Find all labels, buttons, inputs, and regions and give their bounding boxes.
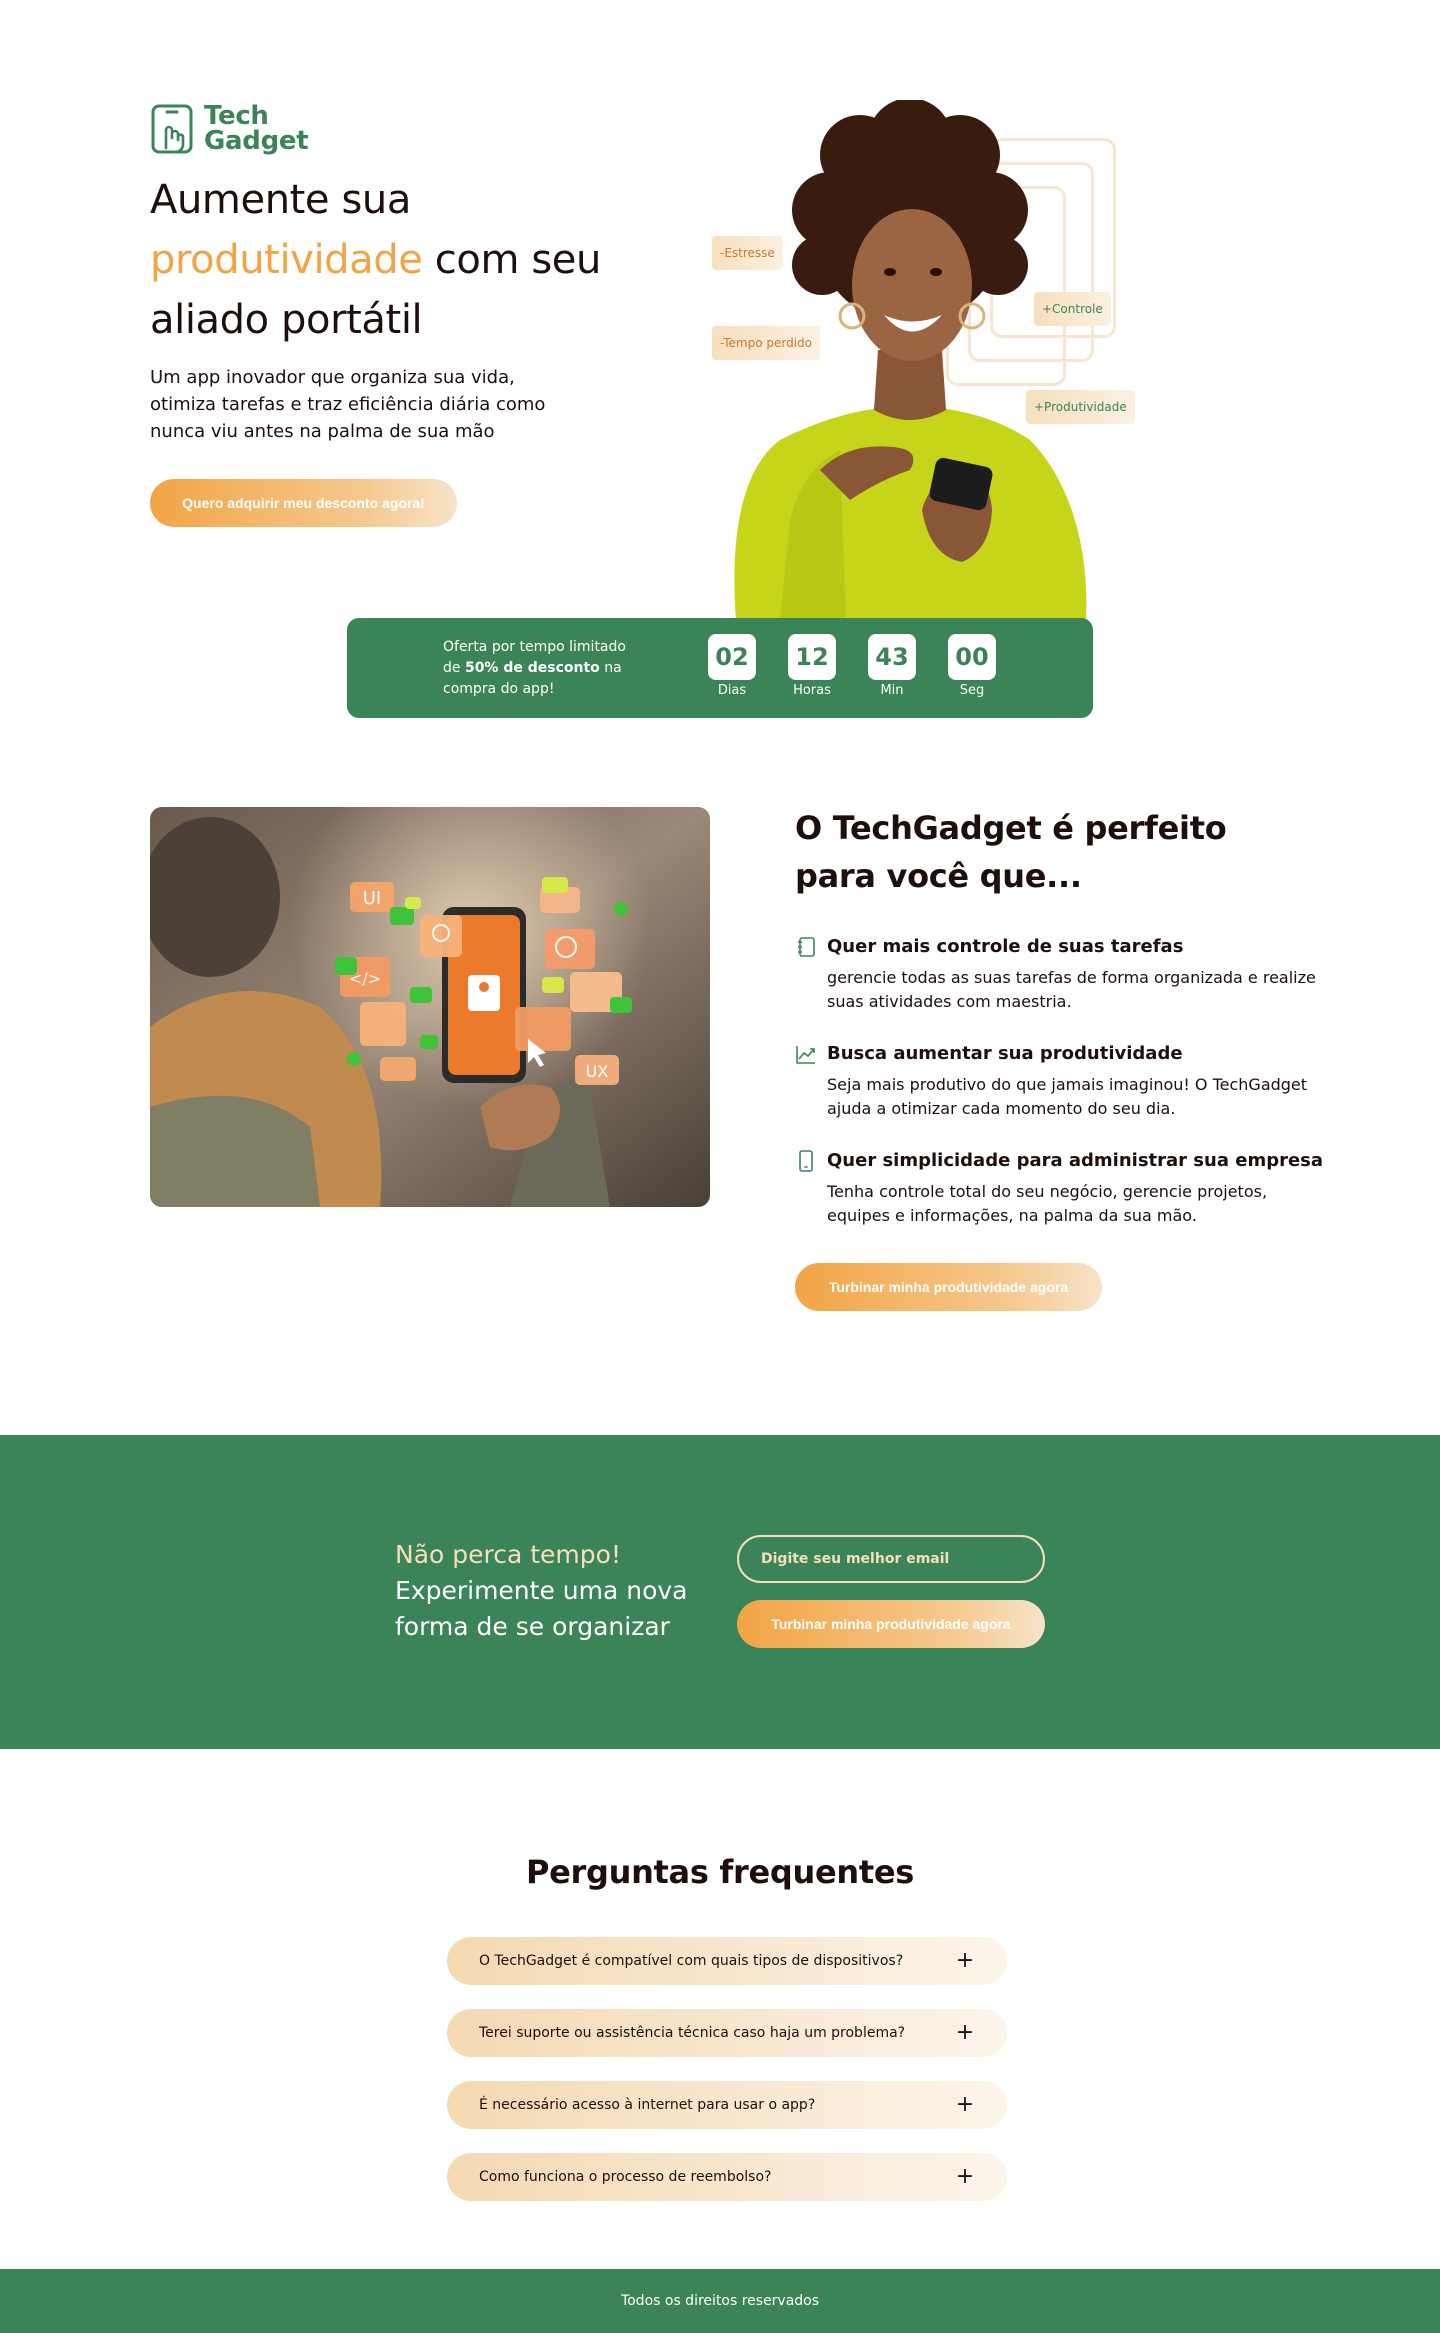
countdown-banner: Oferta por tempo limitado de 50% de desc… [347,618,1093,718]
countdown-minutes: 43 Min [862,634,922,698]
hero-cta-button[interactable]: Quero adquirir meu desconto agora! [150,479,457,527]
hero-title: Aumente sua produtividade com seu aliado… [150,170,610,350]
faq-title: Perguntas frequentes [525,1853,915,1891]
plus-icon[interactable]: + [955,2022,975,2044]
countdown-seconds: 00 Seg [942,634,1002,698]
tag-productivity: +Produtividade [1026,390,1135,424]
perfect-for-title: O TechGadget é perfeito para você que... [795,809,1227,895]
app-hand-phone-image: </> UI UX [150,807,710,1207]
countdown-days: 02 Dias [702,634,762,698]
faq-item[interactable]: O TechGadget é compatível com quais tipo… [447,1937,1007,1985]
countdown-offer-text: Oferta por tempo limitado de 50% de desc… [443,637,643,700]
email-input[interactable] [737,1535,1045,1583]
tag-control: +Controle [1034,292,1111,326]
faq-question: É necessário acesso à internet para usar… [479,2097,816,2113]
tag-stress: -Estresse [712,236,783,270]
countdown-days-value: 02 [708,634,756,680]
brand-name-line2: Gadget [204,126,309,156]
faq-question: Terei suporte ou assistência técnica cas… [479,2025,906,2041]
countdown-hours: 12 Horas [782,634,842,698]
countdown-days-label: Dias [717,683,747,698]
faq-question: O TechGadget é compatível com quais tipo… [479,1953,904,1969]
turbo-productivity-button[interactable]: Turbinar minha produtividade agora [795,1263,1102,1311]
hero-subtitle: Um app inovador que organiza sua vida, o… [150,367,546,442]
newsletter-section: Não perca tempo! Experimente uma nova fo… [0,1435,1440,1749]
hero-title-accent: produtividade [150,237,423,283]
feature-title: Busca aumentar sua produtividade [827,1043,1183,1064]
plus-icon[interactable]: + [955,2166,975,2188]
countdown-text-bold: 50% de desconto [464,660,600,676]
countdown-minutes-value: 43 [868,634,916,680]
newsletter-title-rest: Experimente uma nova forma de se organiz… [395,1576,688,1641]
footer-copyright: Todos os direitos reservados [620,2293,820,2309]
countdown-seconds-label: Seg [959,683,985,698]
hero-illustration: -Estresse +Controle -Tempo perdido +Prod… [700,100,1160,620]
faq-item[interactable]: É necessário acesso à internet para usar… [447,2081,1007,2129]
woman-with-phone-image [734,100,1087,620]
countdown-hours-label: Horas [793,683,831,698]
feature-description: gerencie todas as suas tarefas de forma … [827,968,1316,1011]
logo-phone-icon [151,104,193,154]
newsletter-submit-button[interactable]: Turbinar minha produtividade agora [737,1600,1045,1648]
hero-title-part1: Aumente sua [150,177,411,223]
feature-description: Tenha controle total do seu negócio, ger… [827,1182,1268,1225]
trend-up-icon [796,1046,815,1064]
faq-question: Como funciona o processo de reembolso? [479,2169,772,2185]
newsletter-title: Não perca tempo! Experimente uma nova fo… [395,1537,695,1645]
countdown-hours-value: 12 [788,634,836,680]
footer: Todos os direitos reservados [0,2269,1440,2333]
tag-lost-time: -Tempo perdido [712,326,820,360]
brand-name: Tech Gadget [204,103,309,156]
plus-icon[interactable]: + [955,1950,975,1972]
faq-item[interactable]: Como funciona o processo de reembolso? + [447,2153,1007,2201]
ux-card-label: UX [586,1062,609,1081]
hero-section: Tech Gadget Aumente sua produtividade co… [0,0,1440,620]
newsletter-title-accent: Não perca tempo! [395,1540,621,1569]
smartphone-icon [799,1150,813,1172]
plus-icon[interactable]: + [955,2094,975,2116]
feature-title: Quer mais controle de suas tarefas [827,936,1184,957]
feature-title: Quer simplicidade para administrar sua e… [827,1150,1324,1171]
ui-card-label: UI [363,888,381,909]
countdown-seconds-value: 00 [948,634,996,680]
notebook-icon [798,937,815,957]
faq-item[interactable]: Terei suporte ou assistência técnica cas… [447,2009,1007,2057]
brand-logo[interactable]: Tech Gadget [150,103,309,156]
countdown-minutes-label: Min [880,683,904,698]
feature-description: Seja mais produtivo do que jamais imagin… [827,1075,1308,1118]
